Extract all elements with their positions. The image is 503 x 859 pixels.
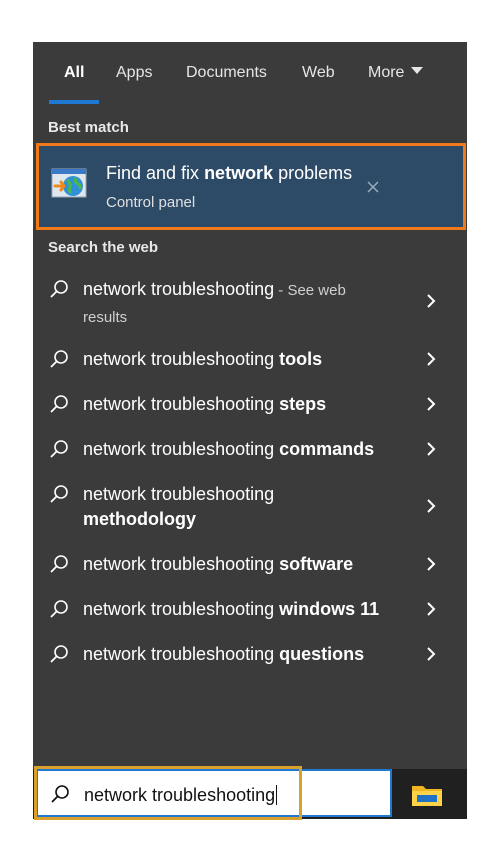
- search-icon: [50, 600, 68, 618]
- search-input[interactable]: network troubleshooting: [36, 769, 392, 817]
- tab-web[interactable]: Web: [302, 64, 335, 82]
- troubleshooter-globe-icon: [51, 168, 87, 198]
- search-input-value: network troubleshooting: [84, 785, 278, 805]
- result-text: network troubleshooting software: [83, 554, 354, 574]
- web-result-commands[interactable]: network troubleshooting commands: [33, 435, 467, 465]
- file-explorer-icon[interactable]: [410, 780, 444, 808]
- result-text-continued: methodology: [83, 509, 196, 529]
- search-icon: [50, 350, 68, 368]
- chevron-right-icon: [427, 442, 436, 456]
- result-text: network troubleshooting - See web: [83, 279, 346, 299]
- best-match-heading: Best match: [48, 119, 129, 136]
- result-text: network troubleshooting steps: [83, 394, 327, 414]
- search-icon: [51, 785, 69, 803]
- close-icon[interactable]: [366, 180, 380, 194]
- web-result-methodology[interactable]: network troubleshooting methodology: [33, 480, 467, 538]
- chevron-right-icon: [427, 294, 436, 308]
- active-tab-indicator: [49, 100, 99, 104]
- result-text: network troubleshooting questions: [83, 644, 365, 664]
- web-result-questions[interactable]: network troubleshooting questions: [33, 640, 467, 670]
- chevron-right-icon: [427, 602, 436, 616]
- best-match-title: Find and fix network problems: [106, 163, 353, 183]
- tab-all[interactable]: All: [64, 64, 84, 82]
- result-text: network troubleshooting tools: [83, 349, 323, 369]
- result-text: network troubleshooting: [83, 484, 275, 504]
- result-text: network troubleshooting commands: [83, 439, 375, 459]
- search-icon: [50, 555, 68, 573]
- text-cursor: [276, 785, 278, 805]
- web-result-windows-11[interactable]: network troubleshooting windows 11: [33, 595, 467, 625]
- search-icon: [50, 440, 68, 458]
- caret-down-icon: [411, 67, 424, 74]
- web-result-steps[interactable]: network troubleshooting steps: [33, 390, 467, 420]
- tab-more-label: More: [368, 64, 405, 81]
- start-search-panel: All Apps Documents Web More Best match F…: [33, 42, 467, 769]
- search-the-web-heading: Search the web: [48, 239, 159, 256]
- search-icon: [50, 395, 68, 413]
- web-result-see-web[interactable]: network troubleshooting - See web result…: [33, 274, 467, 332]
- chevron-right-icon: [427, 647, 436, 661]
- result-text-continued: results: [83, 309, 128, 326]
- chevron-right-icon: [427, 352, 436, 366]
- tab-more[interactable]: More: [368, 64, 424, 82]
- chevron-right-icon: [427, 397, 436, 411]
- search-icon: [50, 280, 68, 298]
- chevron-right-icon: [427, 499, 436, 513]
- search-icon: [50, 485, 68, 503]
- search-tabs: All Apps Documents Web More: [33, 42, 467, 104]
- web-result-tools[interactable]: network troubleshooting tools: [33, 345, 467, 375]
- result-text: network troubleshooting windows 11: [83, 599, 380, 619]
- tab-apps[interactable]: Apps: [116, 64, 152, 82]
- chevron-right-icon: [427, 557, 436, 571]
- search-icon: [50, 645, 68, 663]
- best-match-subtitle: Control panel: [106, 194, 196, 211]
- best-match-item[interactable]: Find and fix network problems Control pa…: [36, 143, 466, 230]
- web-result-software[interactable]: network troubleshooting software: [33, 550, 467, 580]
- tab-documents[interactable]: Documents: [186, 64, 267, 82]
